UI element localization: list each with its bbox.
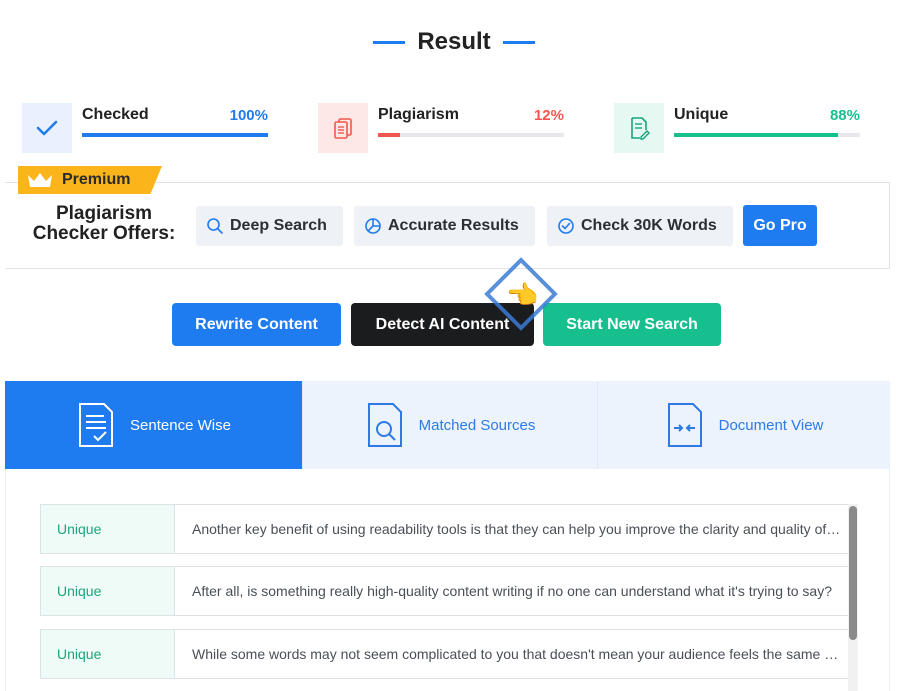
tab-label: Document View xyxy=(718,416,824,434)
progress-fill xyxy=(82,133,268,137)
result-sentence-text: Another key benefit of using readability… xyxy=(192,521,843,537)
stat-unique: Unique 88% xyxy=(614,103,860,155)
result-sentence-text: While some words may not seem complicate… xyxy=(192,646,843,662)
sentence-document-icon xyxy=(79,403,114,447)
start-new-search-button[interactable]: Start New Search xyxy=(543,303,721,346)
progress-track xyxy=(674,133,860,137)
compare-document-icon xyxy=(667,403,702,447)
result-sentence: While some words may not seem complicate… xyxy=(175,630,849,678)
feature-deep-search: Deep Search xyxy=(196,206,343,246)
result-sentence: Another key benefit of using readability… xyxy=(175,505,849,553)
result-header: Result xyxy=(0,28,908,56)
result-row: Unique After all, is something really hi… xyxy=(40,566,850,616)
progress-track xyxy=(378,133,564,137)
unique-tag: Unique xyxy=(41,505,175,553)
search-icon xyxy=(207,218,223,234)
feature-label: Accurate Results xyxy=(388,217,519,234)
tab-label: Matched Sources xyxy=(418,416,536,434)
feature-label: Check 30K Words xyxy=(581,217,717,234)
unique-tag: Unique xyxy=(41,630,175,678)
stat-checked: Checked 100% xyxy=(22,103,268,155)
rewrite-content-button[interactable]: Rewrite Content xyxy=(172,303,341,346)
stat-plagiarism: Plagiarism 12% xyxy=(318,103,564,155)
stat-percent: 88% xyxy=(829,106,860,124)
pointer-hand-icon: 👈 xyxy=(506,280,539,310)
title-right-line xyxy=(502,40,535,44)
checkmark-icon xyxy=(22,103,72,153)
title-left-line xyxy=(373,40,406,44)
result-tabs: Sentence Wise Matched Sources Document V… xyxy=(5,381,890,469)
tab-sentence-wise[interactable]: Sentence Wise xyxy=(5,381,302,469)
premium-badge: Premium xyxy=(18,166,162,194)
page-title: Result xyxy=(417,28,491,55)
pie-chart-icon xyxy=(365,218,381,234)
stat-label: Unique xyxy=(674,106,729,123)
premium-label: Premium xyxy=(62,171,131,188)
check-circle-icon xyxy=(558,218,574,234)
stat-label: Plagiarism xyxy=(378,106,459,123)
result-row: Unique Another key benefit of using read… xyxy=(40,504,850,554)
unique-tag: Unique xyxy=(41,567,175,615)
result-sentence-text: After all, is something really high-qual… xyxy=(192,583,833,599)
offers-heading-line1: Plagiarism xyxy=(55,203,153,224)
tab-matched-sources[interactable]: Matched Sources xyxy=(302,381,597,469)
result-row: Unique While some words may not seem com… xyxy=(40,629,850,679)
feature-check-30k-words: Check 30K Words xyxy=(547,206,733,246)
stat-label: Checked xyxy=(82,106,149,123)
go-pro-button[interactable]: Go Pro xyxy=(743,205,817,246)
offers-heading: Plagiarism Checker Offers: xyxy=(24,204,184,244)
progress-fill xyxy=(674,133,838,137)
stat-percent: 100% xyxy=(229,106,268,124)
results-scrollbar[interactable] xyxy=(848,504,858,691)
progress-fill xyxy=(378,133,401,137)
crown-icon xyxy=(28,173,52,187)
feature-label: Deep Search xyxy=(230,217,327,234)
stat-percent: 12% xyxy=(533,106,564,124)
edit-document-icon xyxy=(614,103,664,153)
copy-documents-icon xyxy=(318,103,368,153)
scrollbar-thumb[interactable] xyxy=(849,506,857,640)
tab-label: Sentence Wise xyxy=(130,416,231,434)
progress-track xyxy=(82,133,268,137)
tab-document-view[interactable]: Document View xyxy=(597,381,890,469)
result-sentence: After all, is something really high-qual… xyxy=(175,567,849,615)
offers-heading-line2: Checker Offers: xyxy=(32,223,176,244)
search-document-icon xyxy=(367,403,402,447)
feature-accurate-results: Accurate Results xyxy=(354,206,535,246)
